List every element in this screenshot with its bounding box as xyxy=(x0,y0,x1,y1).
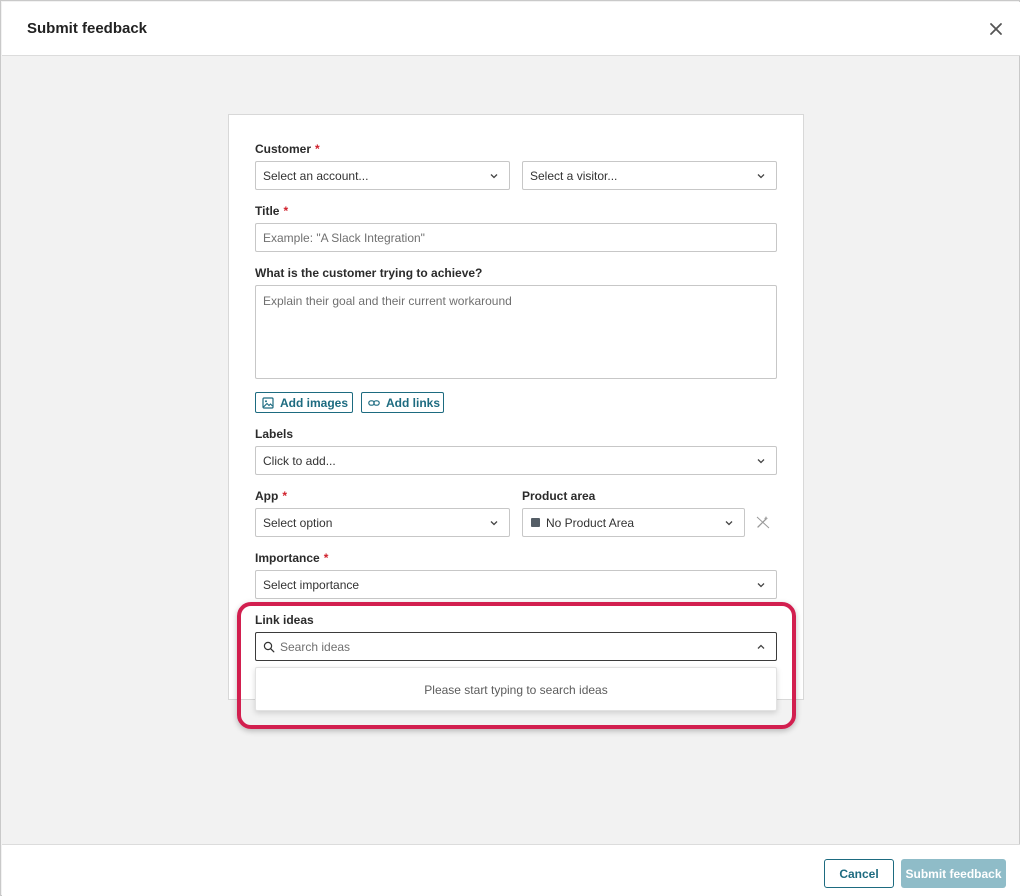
image-icon xyxy=(262,397,274,409)
goal-label: What is the customer trying to achieve? xyxy=(255,266,483,280)
account-select[interactable]: Select an account... xyxy=(255,161,510,190)
app-label: App * xyxy=(255,489,287,503)
modal-footer: Cancel Submit feedback xyxy=(2,844,1020,896)
labels-select[interactable]: Click to add... xyxy=(255,446,777,475)
chevron-down-icon xyxy=(725,521,733,526)
labels-label: Labels xyxy=(255,427,294,441)
chevron-down-icon xyxy=(490,174,498,179)
search-placeholder: Search ideas xyxy=(280,640,351,654)
title-input[interactable]: Example: "A Slack Integration" xyxy=(255,223,777,252)
importance-label: Importance * xyxy=(255,551,329,565)
chevron-down-icon xyxy=(757,583,765,588)
goal-textarea-placeholder: Explain their goal and their current wor… xyxy=(263,294,512,308)
cancel-button[interactable]: Cancel xyxy=(824,859,894,888)
add-links-button[interactable]: Add links xyxy=(361,392,444,413)
required-marker: * xyxy=(323,551,329,565)
importance-select[interactable]: Select importance xyxy=(255,570,777,599)
required-marker: * xyxy=(315,142,320,156)
importance-select-value: Select importance xyxy=(263,578,360,592)
link-icon xyxy=(368,400,380,406)
modal-window: Submit feedback Customer * Select an acco… xyxy=(0,0,1020,896)
visitor-select-value: Select a visitor... xyxy=(530,169,618,183)
chevron-down-icon xyxy=(757,459,765,464)
app-select-value: Select option xyxy=(263,516,333,530)
link-ideas-label: Link ideas xyxy=(255,613,314,627)
add-links-label: Add links xyxy=(386,396,441,410)
chevron-down-icon xyxy=(490,521,498,526)
goal-textarea[interactable]: Explain their goal and their current wor… xyxy=(255,285,777,379)
chevron-up-icon[interactable] xyxy=(756,643,766,651)
visitor-select[interactable]: Select a visitor... xyxy=(522,161,777,190)
magic-wand-icon[interactable] xyxy=(755,514,771,530)
dropdown-empty-message: Please start typing to search ideas xyxy=(424,683,608,697)
add-images-label: Add images xyxy=(280,396,349,410)
title-label: Title * xyxy=(255,204,289,218)
add-images-button[interactable]: Add images xyxy=(255,392,353,413)
account-select-value: Select an account... xyxy=(263,169,369,183)
required-marker: * xyxy=(283,204,289,218)
product-area-value: No Product Area xyxy=(546,516,635,530)
search-icon xyxy=(263,641,275,653)
customer-label: Customer * xyxy=(255,142,320,156)
chevron-down-icon xyxy=(757,174,765,179)
link-ideas-search-input[interactable]: Search ideas xyxy=(255,632,777,661)
modal-title: Submit feedback xyxy=(27,20,148,37)
labels-select-value: Click to add... xyxy=(263,454,336,468)
required-marker: * xyxy=(282,489,287,503)
product-area-select[interactable]: No Product Area xyxy=(522,508,745,537)
product-area-label: Product area xyxy=(522,489,596,503)
modal-header: Submit feedback xyxy=(2,2,1020,56)
product-area-swatch xyxy=(531,518,540,527)
submit-feedback-button[interactable]: Submit feedback xyxy=(901,859,1006,888)
link-ideas-dropdown: Please start typing to search ideas xyxy=(255,667,777,711)
title-input-placeholder: Example: "A Slack Integration" xyxy=(263,231,425,245)
close-icon[interactable] xyxy=(986,19,1006,39)
app-select[interactable]: Select option xyxy=(255,508,510,537)
